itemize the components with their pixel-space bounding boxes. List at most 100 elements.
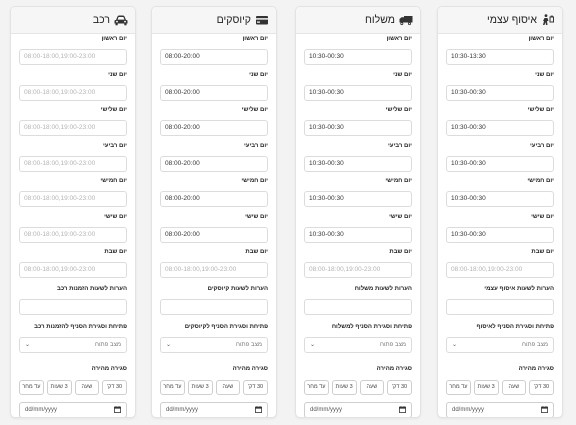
- date-placeholder: dd/mm/yyyy: [452, 406, 485, 413]
- card-header: משלוח: [296, 7, 420, 34]
- hours-input[interactable]: 08:00-18:00,19:00-23:00: [19, 226, 127, 243]
- hours-input[interactable]: 08:00-18:00,19:00-23:00: [160, 262, 268, 278]
- service-card: איסוף עצמי יום ראשון 10:30-13:30 יום שני 10:…: [437, 6, 563, 418]
- quick-close-button[interactable]: 30 דק': [387, 379, 412, 395]
- calendar-icon[interactable]: [255, 406, 262, 413]
- day-label: יום שישי: [104, 213, 127, 220]
- quick-close-button[interactable]: 3 שעות: [331, 379, 357, 395]
- hours-input[interactable]: 10:30-00:30: [446, 84, 554, 101]
- date-input[interactable]: dd/mm/yyyy: [304, 401, 412, 417]
- card-title: רכב: [92, 14, 110, 26]
- hours-input[interactable]: 10:30-00:30: [304, 120, 412, 136]
- hours-input[interactable]: 10:30-00:30: [304, 226, 412, 243]
- day-label: יום שישי: [531, 213, 554, 220]
- notes-input[interactable]: [446, 298, 554, 315]
- branch-status-select[interactable]: מצב פתוח ⌄: [160, 336, 268, 353]
- car-icon: [114, 14, 128, 26]
- day-label: יום שבת: [245, 249, 268, 255]
- card-body: יום ראשון 10:30-00:30 יום שני 10:30-00:30 יו…: [296, 34, 420, 417]
- hours-input[interactable]: 10:30-00:30: [446, 120, 554, 136]
- day-hours-row: יום שישי 08:00-18:00,19:00-23:00: [19, 212, 127, 248]
- hours-input[interactable]: 08:00-18:00,19:00-23:00: [304, 262, 412, 278]
- quick-close-button[interactable]: 30 דק': [243, 379, 268, 395]
- notes-input[interactable]: [19, 298, 127, 315]
- day-hours-row: יום שישי 10:30-00:30: [304, 212, 412, 248]
- hours-input[interactable]: 10:30-00:30: [304, 191, 412, 207]
- quick-close-button[interactable]: 3 שעות: [473, 379, 499, 395]
- date-input[interactable]: dd/mm/yyyy: [19, 401, 127, 417]
- day-hours-row: יום שלישי 10:30-00:30: [304, 105, 412, 141]
- calendar-icon[interactable]: [541, 406, 548, 413]
- day-label: יום רביעי: [243, 142, 268, 149]
- notes-label: הערות לשעות קיוסקים: [207, 285, 268, 292]
- day-hours-row: יום שבת 08:00-18:00,19:00-23:00: [19, 247, 127, 283]
- hours-input[interactable]: 10:30-00:30: [304, 49, 412, 65]
- select-value: מצב פתוח: [380, 341, 406, 348]
- hours-input[interactable]: 10:30-00:30: [446, 226, 554, 243]
- hours-input[interactable]: 08:00-20:00: [160, 84, 268, 101]
- date-input[interactable]: dd/mm/yyyy: [160, 401, 268, 417]
- quick-close-button[interactable]: עד מחר: [304, 379, 329, 395]
- hours-input[interactable]: 08:00-18:00,19:00-23:00: [19, 120, 127, 136]
- calendar-icon[interactable]: [114, 406, 121, 413]
- quick-close-options: 30 דק' שעה 3 שעות עד מחר: [304, 379, 412, 395]
- select-value: מצב פתוח: [95, 341, 121, 348]
- hours-input[interactable]: 08:00-20:00: [160, 226, 268, 243]
- hours-input[interactable]: 10:30-00:30: [304, 84, 412, 101]
- notes-label: הערות לשעות משלוח: [354, 285, 412, 292]
- card-body: יום ראשון 08:00-18:00,19:00-23:00 יום שני 0…: [11, 34, 135, 417]
- quick-close-options: 30 דק' שעה 3 שעות עד מחר: [446, 379, 554, 395]
- notes-input[interactable]: [160, 298, 268, 315]
- hours-input[interactable]: 08:00-20:00: [160, 49, 268, 65]
- hours-input[interactable]: 08:00-18:00,19:00-23:00: [19, 191, 127, 207]
- quick-close-button[interactable]: עד מחר: [19, 379, 44, 395]
- hours-input[interactable]: 10:30-00:30: [446, 155, 554, 172]
- day-label: יום רביעי: [387, 142, 412, 149]
- branch-status-select[interactable]: מצב פתוח ⌄: [19, 336, 127, 353]
- hours-input[interactable]: 10:30-13:30: [446, 49, 554, 65]
- quick-close-button[interactable]: שעה: [215, 379, 241, 395]
- quick-close-label: סגירה מהירה: [376, 365, 412, 372]
- day-hours-row: יום חמישי 10:30-00:30: [446, 176, 554, 212]
- hours-input[interactable]: 08:00-18:00,19:00-23:00: [19, 49, 127, 65]
- quick-close-button[interactable]: שעה: [501, 379, 527, 395]
- day-hours-row: יום חמישי 08:00-20:00: [160, 176, 268, 212]
- day-label: יום שני: [393, 71, 412, 78]
- quick-close-label: סגירה מהירה: [232, 365, 268, 372]
- day-hours-row: יום רביעי 10:30-00:30: [446, 141, 554, 177]
- day-hours-row: יום ראשון 08:00-20:00: [160, 34, 268, 70]
- person-walking-icon: [541, 14, 555, 26]
- day-label: יום רביעי: [102, 142, 127, 149]
- quick-close-button[interactable]: עד מחר: [446, 379, 471, 395]
- chevron-down-icon: ⌄: [452, 342, 458, 348]
- hours-input[interactable]: 08:00-18:00,19:00-23:00: [19, 262, 127, 278]
- day-label: יום שלישי: [385, 107, 412, 113]
- quick-close-button[interactable]: 3 שעות: [187, 379, 213, 395]
- branch-status-select[interactable]: מצב פתוח ⌄: [304, 336, 412, 353]
- card-title: איסוף עצמי: [487, 14, 537, 26]
- day-label: יום חמישי: [100, 178, 127, 184]
- branch-status-select[interactable]: מצב פתוח ⌄: [446, 336, 554, 353]
- service-card: קיוסקים יום ראשון 08:00-20:00 יום שני 08:00-…: [151, 6, 277, 418]
- notes-input[interactable]: [304, 298, 412, 315]
- hours-input[interactable]: 10:30-00:30: [304, 155, 412, 172]
- date-input[interactable]: dd/mm/yyyy: [446, 401, 554, 417]
- select-value: מצב פתוח: [522, 341, 548, 348]
- quick-close-button[interactable]: 30 דק': [102, 379, 127, 395]
- hours-input[interactable]: 08:00-20:00: [160, 191, 268, 207]
- quick-close-button[interactable]: 30 דק': [529, 379, 554, 395]
- day-hours-row: יום שני 08:00-20:00: [160, 70, 268, 106]
- hours-input[interactable]: 10:30-00:30: [446, 191, 554, 207]
- hours-input[interactable]: 08:00-18:00,19:00-23:00: [446, 262, 554, 278]
- quick-close-button[interactable]: עד מחר: [160, 379, 185, 395]
- quick-close-button[interactable]: 3 שעות: [46, 379, 72, 395]
- quick-close-button[interactable]: שעה: [359, 379, 385, 395]
- calendar-icon[interactable]: [399, 406, 406, 413]
- notes-label: הערות לשעות הזמנות רכב: [57, 285, 127, 292]
- hours-input[interactable]: 08:00-18:00,19:00-23:00: [19, 155, 127, 172]
- hours-input[interactable]: 08:00-20:00: [160, 155, 268, 172]
- day-label: יום שני: [108, 71, 127, 78]
- quick-close-button[interactable]: שעה: [74, 379, 100, 395]
- hours-input[interactable]: 08:00-18:00,19:00-23:00: [19, 84, 127, 101]
- hours-input[interactable]: 08:00-20:00: [160, 120, 268, 136]
